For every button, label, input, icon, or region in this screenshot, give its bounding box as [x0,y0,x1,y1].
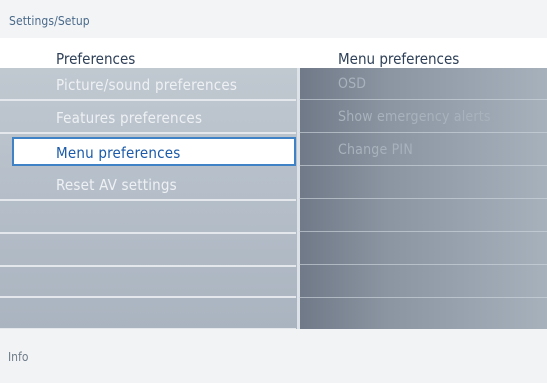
submenu-item-empty [299,167,547,199]
left-panel-title: Preferences [56,50,136,68]
menu-header: Preferences Menu preferences [0,38,547,68]
submenu-item-label: OSD [338,76,367,92]
info-bar: Info [0,329,547,383]
submenu-item-label: Show emergency alerts [338,109,491,125]
breadcrumb-text: Settings/Setup [9,14,90,28]
submenu-item-empty [299,233,547,265]
menu-item-menu-preferences[interactable]: Menu preferences [12,137,296,166]
submenu-item-empty [299,266,547,298]
right-panel-title: Menu preferences [338,50,460,68]
submenu-item-change-pin[interactable]: Change PIN [299,134,547,166]
menu-item-features-preferences[interactable]: Features preferences [0,101,296,134]
menu-item-empty [0,265,296,298]
menu-item-label: Picture/sound preferences [56,76,238,94]
info-label: Info [8,350,29,364]
menu-item-label: Features preferences [56,109,203,127]
submenu-item-empty [299,200,547,232]
breadcrumb: Settings/Setup [0,0,547,38]
menu-item-empty [0,297,296,330]
menu-item-empty [0,201,296,234]
submenu-item-empty [299,298,547,330]
menu-item-label: Menu preferences [56,144,181,162]
menu-item-label: Reset AV settings [56,176,177,194]
menu-item-empty [0,234,296,267]
submenu-item-osd[interactable]: OSD [299,68,547,100]
submenu-item-label: Change PIN [338,142,413,158]
menu-item-picture-sound-preferences[interactable]: Picture/sound preferences [0,68,296,101]
menu-item-reset-av-settings[interactable]: Reset AV settings [0,168,296,201]
submenu-item-show-emergency-alerts[interactable]: Show emergency alerts [299,101,547,133]
